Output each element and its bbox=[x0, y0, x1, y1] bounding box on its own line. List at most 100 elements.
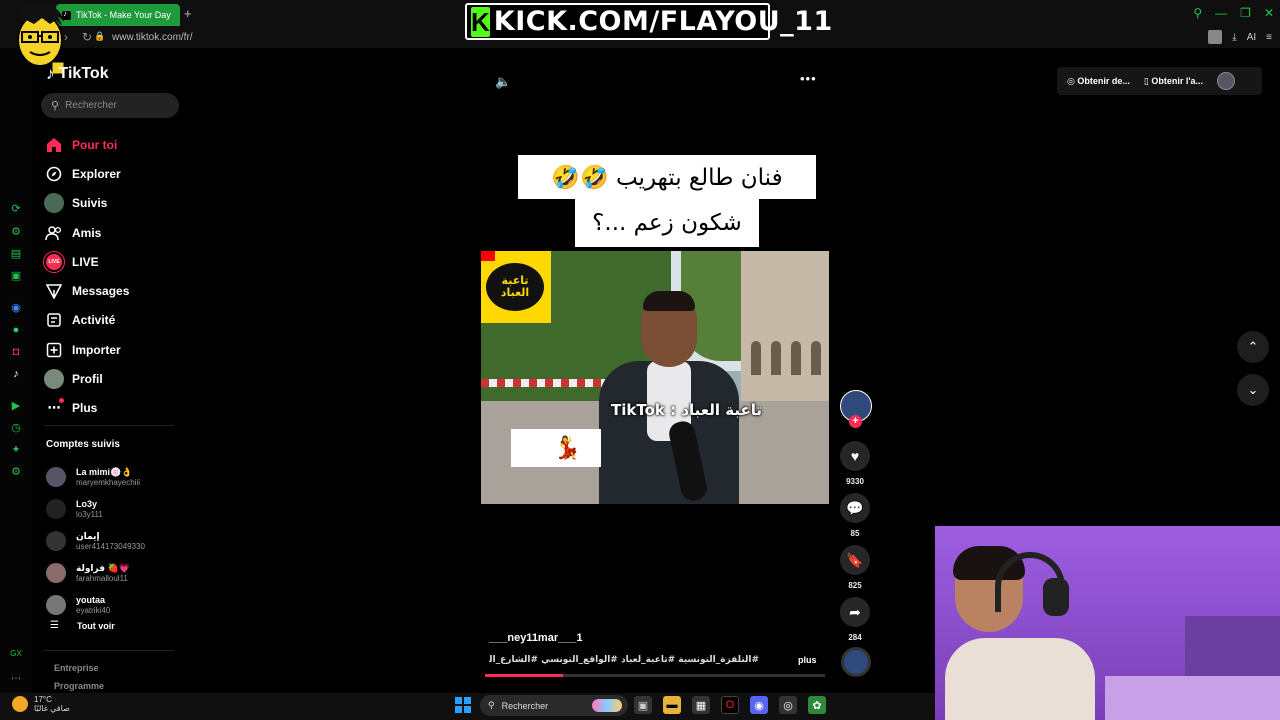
ai-button[interactable]: AI bbox=[1247, 32, 1256, 43]
bookmark-icon: 🔖 bbox=[840, 545, 870, 575]
aria-icon[interactable]: ▤ bbox=[10, 248, 22, 260]
nav-label: Importer bbox=[72, 342, 121, 357]
comment-count: 85 bbox=[850, 529, 860, 538]
weather-widget[interactable]: 17°C صافي غالبًا bbox=[12, 695, 70, 713]
taskbar-search[interactable]: ⚲ Rechercher bbox=[480, 695, 628, 716]
robot-icon[interactable]: ⚙ bbox=[10, 226, 22, 238]
more-options-icon[interactable]: ••• bbox=[800, 71, 817, 86]
footer-link-program[interactable]: Programme bbox=[54, 681, 104, 691]
music-icon[interactable]: ▣ bbox=[10, 270, 22, 282]
follow-plus-icon[interactable]: + bbox=[849, 415, 862, 428]
url-field[interactable]: www.tiktok.com/fr/ bbox=[112, 32, 193, 43]
more-dots-icon[interactable]: … bbox=[10, 670, 22, 682]
history-icon[interactable]: ◷ bbox=[10, 422, 22, 434]
messenger-icon[interactable]: ◉ bbox=[10, 302, 22, 314]
following-account[interactable]: youtaa eyatriki40 bbox=[46, 589, 186, 621]
tiktok-logo[interactable]: ♪ TikTok bbox=[46, 64, 109, 84]
nav-item-more[interactable]: ⋯ Plus bbox=[44, 394, 184, 423]
video-person bbox=[599, 291, 739, 504]
nav-label: Plus bbox=[72, 401, 98, 416]
opera-gx-icon[interactable]: O bbox=[721, 696, 739, 714]
search-highlight-icon bbox=[592, 699, 622, 712]
following-account[interactable]: فراولة 🍓💗 farahmalloul11 bbox=[46, 557, 186, 589]
video-progress-bar[interactable] bbox=[485, 674, 825, 677]
new-tab-button[interactable]: + bbox=[184, 6, 192, 21]
extensions-icon[interactable]: ✦ bbox=[10, 444, 22, 456]
start-button[interactable] bbox=[455, 697, 471, 713]
nav-item-live[interactable]: LIVE LIVE bbox=[44, 247, 184, 276]
profile-avatar[interactable] bbox=[1216, 72, 1235, 90]
discord-icon[interactable]: ◉ bbox=[750, 696, 768, 714]
upload-icon bbox=[44, 340, 64, 360]
player-icon[interactable]: ▶ bbox=[10, 400, 22, 412]
nav-item-for-you[interactable]: Pour toi bbox=[44, 130, 184, 159]
minimize-icon[interactable]: — bbox=[1215, 6, 1227, 20]
download-icon[interactable]: ⤓ bbox=[1232, 32, 1236, 43]
see-more-button[interactable]: plus bbox=[798, 655, 817, 665]
nav-item-messages[interactable]: Messages bbox=[44, 276, 184, 305]
settings-icon[interactable]: ⚙ bbox=[10, 466, 22, 478]
nav-label: LIVE bbox=[72, 254, 99, 269]
nav-item-following[interactable]: Suivis bbox=[44, 189, 184, 218]
taskbar: 17°C صافي غالبًا ⚲ Rechercher ▣ ▬ ▦ O ◉ … bbox=[0, 693, 935, 720]
nav-item-explore[interactable]: Explorer bbox=[44, 159, 184, 188]
search-placeholder: Rechercher bbox=[65, 100, 117, 111]
profile-avatar[interactable] bbox=[1208, 30, 1223, 44]
nav-item-activity[interactable]: Activité bbox=[44, 306, 184, 335]
store-icon[interactable]: ▦ bbox=[692, 696, 710, 714]
like-count: 9330 bbox=[846, 477, 864, 486]
get-coins-button[interactable]: ◎ Obtenir de... bbox=[1067, 76, 1130, 87]
tiktok-icon[interactable]: ♪ bbox=[10, 368, 22, 380]
see-all-link[interactable]: ☰ Tout voir bbox=[50, 620, 115, 631]
sidebar-divider bbox=[44, 425, 174, 426]
share-button[interactable]: ➦ 284 bbox=[840, 597, 870, 642]
music-disc[interactable] bbox=[841, 647, 871, 677]
video-watermark: TikTok : تاعبة العباد bbox=[611, 401, 762, 419]
nav-label: Suivis bbox=[72, 196, 108, 211]
volume-icon[interactable]: 🔈 bbox=[495, 74, 511, 90]
search-icon[interactable]: ⚲ bbox=[1193, 6, 1202, 20]
account-name: youtaa bbox=[76, 594, 106, 605]
reload-icon[interactable]: ↻ bbox=[82, 30, 92, 44]
get-app-button[interactable]: ▯ Obtenir l'a... bbox=[1144, 76, 1203, 87]
chevron-up-icon: ⌃ bbox=[1247, 339, 1259, 354]
nav-item-profile[interactable]: Profil bbox=[44, 364, 184, 393]
close-icon[interactable]: ✕ bbox=[1264, 6, 1274, 20]
avatar bbox=[46, 563, 66, 583]
footer-link-company[interactable]: Entreprise bbox=[54, 663, 99, 673]
comment-button[interactable]: 💬 85 bbox=[840, 493, 870, 538]
taskbar-search-label: Rechercher bbox=[501, 700, 549, 711]
nav-label: Activité bbox=[72, 313, 116, 328]
save-button[interactable]: 🔖 825 bbox=[840, 545, 870, 590]
tiktok-note-icon: ♪ bbox=[46, 64, 55, 83]
video-description: #التلفزة_التونسية #تاعبة_لعباد #الواقع_ا… bbox=[489, 655, 759, 665]
search-input[interactable]: ⚲ Rechercher bbox=[41, 93, 179, 118]
menu-icon[interactable]: ≡ bbox=[1266, 32, 1272, 43]
file-explorer-icon[interactable]: ▬ bbox=[663, 696, 681, 714]
video-player[interactable]: تاعبة العباد TikTok : تاعبة العباد 😱💃 bbox=[481, 251, 829, 504]
following-account[interactable]: La mimi🍥👌 maryemkhayechiii bbox=[46, 461, 186, 493]
chatgpt-icon[interactable]: ⟳ bbox=[10, 203, 22, 215]
browser-sidebar: ⟳ ⚙ ▤ ▣ ◉ ● ◘ ♪ ▶ ◷ ✦ ⚙ GX … bbox=[0, 48, 32, 693]
video-author[interactable]: ___ney11mar___1 bbox=[489, 632, 583, 644]
nav-label: Amis bbox=[72, 225, 102, 240]
video-emoji-sticker: 😱💃 bbox=[511, 429, 601, 467]
whatsapp-icon[interactable]: ● bbox=[10, 324, 22, 336]
profile-avatar bbox=[44, 369, 64, 390]
nav-item-upload[interactable]: Importer bbox=[44, 335, 184, 364]
nav-item-friends[interactable]: Amis bbox=[44, 218, 184, 247]
like-button[interactable]: ♥ 9330 bbox=[840, 441, 870, 486]
avatar bbox=[46, 595, 66, 615]
previous-video-button[interactable]: ⌃ bbox=[1237, 331, 1269, 363]
instagram-icon[interactable]: ◘ bbox=[10, 346, 22, 358]
following-account[interactable]: Lo3y lo3y111 bbox=[46, 493, 186, 525]
following-list: La mimi🍥👌 maryemkhayechiii Lo3y lo3y111 … bbox=[46, 461, 186, 621]
browser-tab[interactable]: TikTok - Make Your Day bbox=[56, 4, 180, 26]
maximize-icon[interactable]: ❐ bbox=[1240, 6, 1251, 20]
gx-icon[interactable]: GX bbox=[10, 648, 22, 660]
task-view-icon[interactable]: ▣ bbox=[634, 696, 652, 714]
steam-icon[interactable]: ◎ bbox=[779, 696, 797, 714]
app-icon[interactable]: ✿ bbox=[808, 696, 826, 714]
following-account[interactable]: إيمان user414173049330 bbox=[46, 525, 186, 557]
next-video-button[interactable]: ⌄ bbox=[1237, 374, 1269, 406]
